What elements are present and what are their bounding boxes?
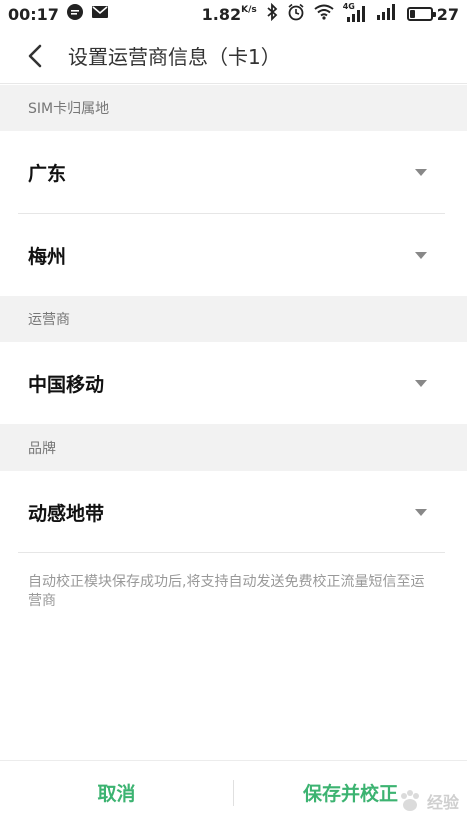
dropdown-caret-icon xyxy=(415,508,427,516)
watermark: 经验 xyxy=(397,788,459,814)
divider xyxy=(18,552,445,553)
back-arrow-icon xyxy=(28,44,42,67)
page-title: 设置运营商信息（卡1） xyxy=(68,45,281,69)
dropdown-caret-icon xyxy=(415,379,427,387)
carrier-value: 中国移动 xyxy=(28,373,105,396)
battery-indicator: 27 xyxy=(406,4,459,24)
battery-fill xyxy=(409,10,416,18)
alarm-icon xyxy=(287,3,305,25)
city-select[interactable]: 梅州 xyxy=(0,214,467,296)
cancel-button[interactable]: 取消 xyxy=(0,779,233,806)
battery-level: 27 xyxy=(436,4,459,24)
chat-notification-icon xyxy=(66,3,84,25)
section-label-carrier: 运营商 xyxy=(0,296,467,342)
section-label-brand: 品牌 xyxy=(0,424,467,471)
watermark-text: 经验 xyxy=(426,793,459,812)
dropdown-caret-icon xyxy=(415,168,427,176)
network-speed: 1.82K/s xyxy=(202,5,257,24)
signal-icon xyxy=(376,3,398,25)
mail-notification-icon xyxy=(91,4,109,24)
info-note: 自动校正模块保存成功后,将支持自动发送免费校正流量短信至运营商 xyxy=(28,574,425,609)
wifi-icon xyxy=(314,4,334,24)
section-label-sim-location: SIM卡归属地 xyxy=(0,85,467,131)
speed-unit: K/s xyxy=(241,4,257,15)
paw-logo-icon xyxy=(400,790,419,811)
dropdown-caret-icon xyxy=(415,251,427,259)
back-button[interactable] xyxy=(10,28,60,84)
carrier-select[interactable]: 中国移动 xyxy=(0,342,467,424)
status-time: 00:17 xyxy=(8,4,59,24)
status-bar: 00:17 1.82K/s 4G 27 xyxy=(0,0,467,28)
speed-value: 1.82 xyxy=(201,4,242,24)
bluetooth-icon xyxy=(266,2,278,25)
signal-4g-icon: 4G xyxy=(343,2,367,23)
app-header: 设置运营商信息（卡1） xyxy=(0,28,467,84)
status-left: 00:17 xyxy=(8,3,109,25)
province-value: 广东 xyxy=(28,162,67,185)
brand-select[interactable]: 动感地带 xyxy=(0,471,467,553)
battery-icon xyxy=(406,7,436,21)
province-select[interactable]: 广东 xyxy=(0,131,467,213)
city-value: 梅州 xyxy=(28,245,67,268)
status-right: 1.82K/s 4G 27 xyxy=(202,2,459,25)
brand-value: 动感地带 xyxy=(28,502,105,525)
